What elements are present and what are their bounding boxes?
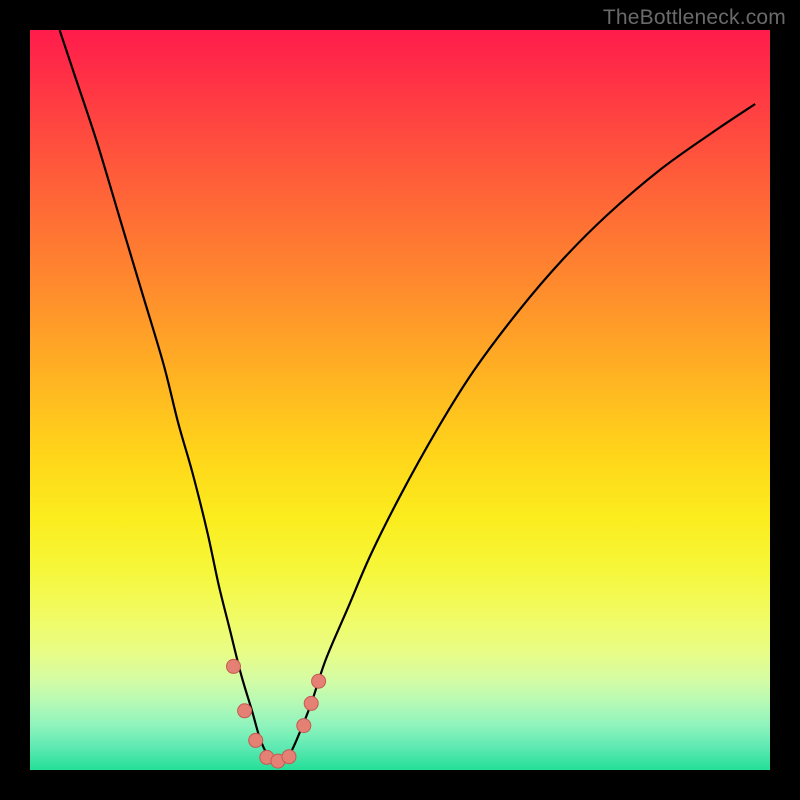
watermark-text: TheBottleneck.com [603,6,786,30]
data-marker [227,659,241,673]
chart-frame: TheBottleneck.com [0,0,800,800]
data-marker [282,750,296,764]
data-marker [238,704,252,718]
data-marker [312,674,326,688]
bottleneck-curve [60,30,756,762]
data-marker [249,733,263,747]
plot-area [30,30,770,770]
chart-svg [30,30,770,770]
data-marker [304,696,318,710]
data-marker [297,719,311,733]
